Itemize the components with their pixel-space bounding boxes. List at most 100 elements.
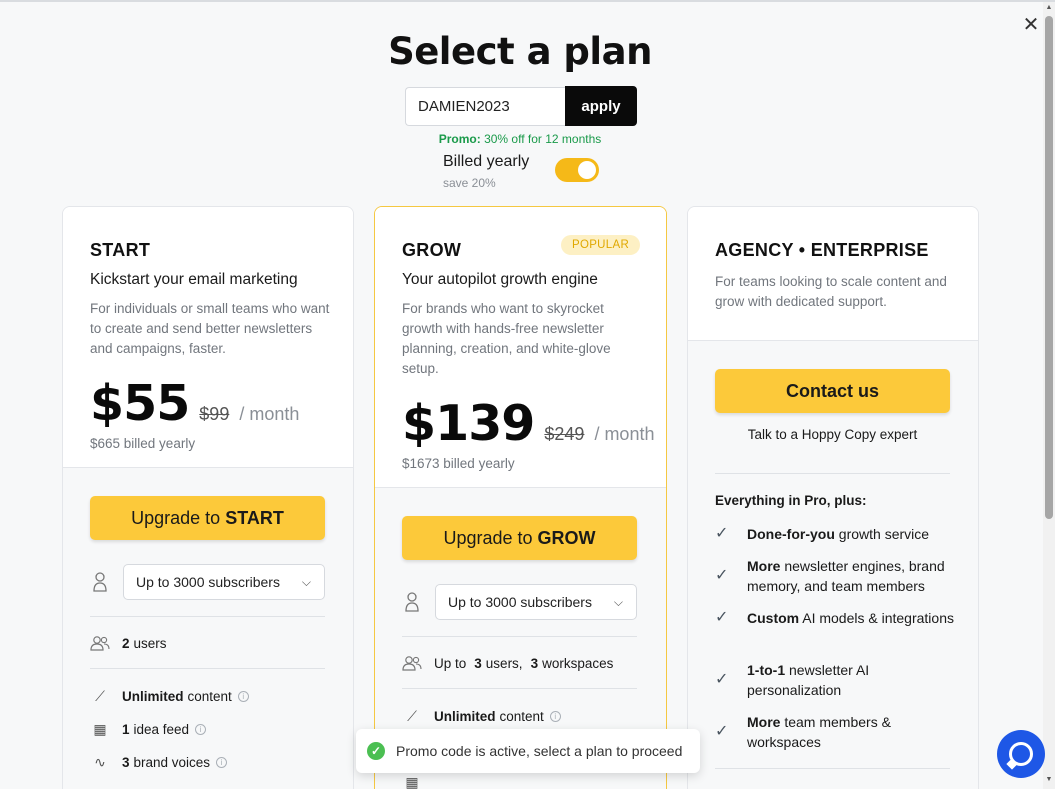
feature-bold: 1 xyxy=(122,721,130,737)
promo-code-input[interactable] xyxy=(405,87,567,126)
chat-launcher-button[interactable] xyxy=(997,730,1045,778)
divider xyxy=(90,668,325,669)
check-circle-icon: ✓ xyxy=(367,742,385,760)
feature-text: Done-for-you growth service xyxy=(747,524,929,544)
apply-button[interactable]: apply xyxy=(565,86,637,126)
upgrade-start-button[interactable]: Upgrade to START xyxy=(90,496,325,540)
plan-name: GROW xyxy=(402,240,462,260)
top-border xyxy=(0,0,1055,2)
plan-card-grow: GROW POPULAR Your autopilot growth engin… xyxy=(374,206,667,789)
check-icon: ✓ xyxy=(715,723,729,740)
check-icon: ✓ xyxy=(715,671,729,688)
calendar-icon: ▦ xyxy=(93,720,107,737)
feature-text: content xyxy=(187,688,232,704)
cta-prefix: Upgrade to xyxy=(131,507,221,528)
plan-description: For teams looking to scale content and g… xyxy=(715,274,947,309)
feature-text: idea feed xyxy=(133,721,190,737)
users-count: 2 xyxy=(122,635,130,651)
feature-text: More newsletter engines, brand memory, a… xyxy=(747,556,955,596)
users-label: users, xyxy=(485,655,523,671)
plan-period: / month xyxy=(239,404,300,424)
feature-item: ▦ 1 idea feed i xyxy=(90,720,207,738)
plan-old-price: $99 xyxy=(199,404,230,424)
info-icon[interactable]: i xyxy=(195,723,207,735)
plan-old-price: $249 xyxy=(544,424,585,444)
feature-text: brand voices xyxy=(133,754,211,770)
cta-prefix: Upgrade to xyxy=(443,527,533,548)
divider xyxy=(715,768,950,769)
feature-item: ✓ More team members & workspaces xyxy=(715,712,955,752)
plan-description: For individuals or small teams who want … xyxy=(90,301,330,356)
toast-message: Promo code is active, select a plan to p… xyxy=(396,743,683,759)
calendar-icon: ▦ xyxy=(405,773,419,789)
feature-item: ✓ 1-to-1 newsletter AI personalization xyxy=(715,660,955,700)
users-icon xyxy=(90,634,110,652)
divider xyxy=(402,636,637,637)
feature-bold: 1-to-1 xyxy=(747,662,786,678)
plan-billed-yearly: $1673 billed yearly xyxy=(402,456,515,471)
subscribers-value: Up to 3000 subscribers xyxy=(136,574,280,590)
users-icon xyxy=(402,654,422,672)
check-icon: ✓ xyxy=(715,609,729,626)
plan-card-header: AGENCY • ENTERPRISE For teams looking to… xyxy=(688,207,978,341)
page-title: Select a plan xyxy=(388,30,652,73)
scroll-down-arrow-icon[interactable]: ▼ xyxy=(1045,776,1053,783)
scroll-up-arrow-icon[interactable]: ▲ xyxy=(1045,4,1053,11)
upgrade-grow-button[interactable]: Upgrade to GROW xyxy=(402,516,637,560)
feature-item: ✓ Custom AI models & integrations xyxy=(715,608,955,628)
info-icon[interactable]: i xyxy=(549,710,561,722)
feature-bold: More xyxy=(747,714,781,730)
feature-bold: Custom xyxy=(747,610,800,626)
feature-item: ▦ xyxy=(402,773,434,789)
workspaces-label: workspaces xyxy=(542,655,614,671)
plan-name: AGENCY • ENTERPRISE xyxy=(715,240,929,260)
divider xyxy=(402,688,637,689)
feature-item: ∿ 3 brand voices i xyxy=(90,753,228,771)
popular-badge: POPULAR xyxy=(561,235,641,255)
plan-description: For brands who want to skyrocket growth … xyxy=(402,301,611,376)
feature-item: ⟋ Unlimited content i xyxy=(402,707,561,725)
feature-rest: AI models & integrations xyxy=(799,610,954,626)
plan-period: / month xyxy=(594,424,655,444)
plan-card-start: START Kickstart your email marketing For… xyxy=(62,206,354,789)
check-icon: ✓ xyxy=(715,567,729,584)
divider xyxy=(90,616,325,617)
plan-tagline: Kickstart your email marketing xyxy=(90,271,298,288)
magic-wand-icon: ⟋ xyxy=(95,687,105,704)
subscribers-select[interactable]: Up to 3000 subscribers ⌵ xyxy=(435,584,637,620)
cta-plan: START xyxy=(225,507,284,528)
feature-text: 1-to-1 newsletter AI personalization xyxy=(747,660,955,700)
person-icon xyxy=(93,572,107,592)
billing-toggle[interactable] xyxy=(555,158,599,182)
info-icon[interactable]: i xyxy=(237,690,249,702)
chevron-down-icon: ⌵ xyxy=(613,595,623,609)
chat-bubble-icon xyxy=(1009,742,1033,766)
plan-tagline: Your autopilot growth engine xyxy=(402,271,598,288)
feature-bold: Unlimited xyxy=(122,688,184,704)
feature-item: ⟋ Unlimited content i xyxy=(90,687,249,705)
feature-item: ✓ More newsletter engines, brand memory,… xyxy=(715,556,955,596)
subscribers-value: Up to 3000 subscribers xyxy=(448,594,592,610)
feature-item: ✓ Done-for-you growth service xyxy=(715,524,955,544)
feature-rest: growth service xyxy=(834,526,930,542)
billed-yearly-label: Billed yearly xyxy=(443,153,530,170)
feature-text: More team members & workspaces xyxy=(747,712,955,752)
subscribers-select[interactable]: Up to 3000 subscribers ⌵ xyxy=(123,564,325,600)
plan-price: $139 xyxy=(402,395,535,452)
scrollbar-thumb[interactable] xyxy=(1045,16,1053,519)
feature-bold: 3 xyxy=(122,754,130,770)
plan-name: START xyxy=(90,240,151,260)
plan-card-header: START Kickstart your email marketing For… xyxy=(63,207,353,468)
feature-text: Custom AI models & integrations xyxy=(747,608,954,628)
users-feature: 2 users xyxy=(90,634,167,652)
waveform-icon: ∿ xyxy=(94,753,106,770)
plan-card-agency: AGENCY • ENTERPRISE For teams looking to… xyxy=(687,206,979,789)
subscribers-row: Up to 3000 subscribers ⌵ xyxy=(90,564,325,600)
features-heading: Everything in Pro, plus: xyxy=(715,493,867,508)
feature-bold: More xyxy=(747,558,781,574)
subscribers-row: Up to 3000 subscribers ⌵ xyxy=(402,584,637,620)
check-icon: ✓ xyxy=(715,525,729,542)
info-icon[interactable]: i xyxy=(216,756,228,768)
contact-us-button[interactable]: Contact us xyxy=(715,369,950,413)
users-count: 3 xyxy=(474,655,482,671)
